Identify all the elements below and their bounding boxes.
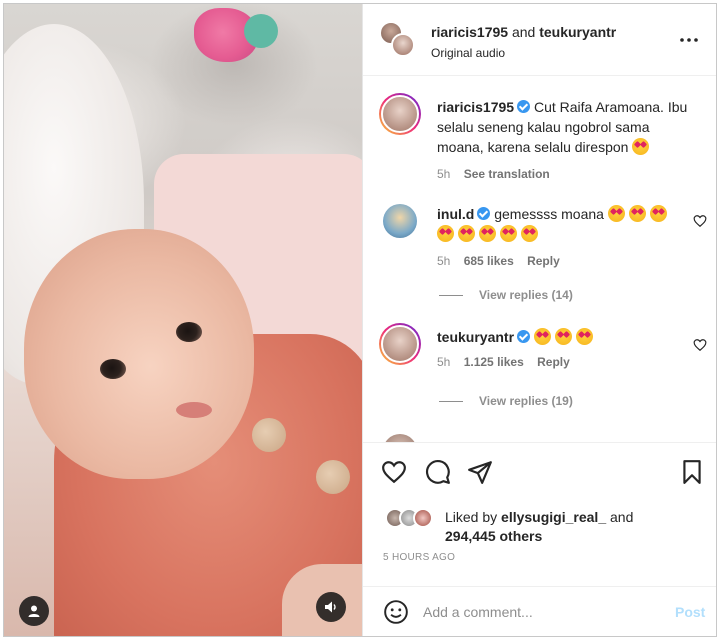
comment-likes[interactable]: 1.125 likes bbox=[464, 355, 524, 369]
author-username[interactable]: riaricis1795 bbox=[431, 24, 508, 40]
post-video[interactable] bbox=[4, 4, 362, 636]
sound-toggle-button[interactable] bbox=[316, 592, 346, 622]
comment-item: inul.d gemessss moana 5h 685 likes Reply bbox=[437, 204, 677, 268]
comments-list[interactable]: riaricis1795 Cut Raifa Aramoana. Ibu sel… bbox=[363, 77, 716, 442]
comment-text: gemessss moana bbox=[494, 206, 604, 222]
comment-item: teukuryantr 5h 1.125 likes Reply bbox=[437, 327, 677, 369]
avatar bbox=[413, 508, 433, 528]
verified-icon bbox=[477, 207, 491, 220]
star-eyes-emoji-icon bbox=[628, 205, 646, 222]
post-timestamp[interactable]: 5 HOURS AGO bbox=[383, 552, 455, 563]
post-sidebar: riaricis1795 and teukuryantr Original au… bbox=[362, 4, 716, 636]
emoji-group bbox=[533, 328, 597, 345]
user-tag-button[interactable] bbox=[19, 596, 49, 626]
view-replies-button[interactable]: View replies (14) bbox=[439, 288, 573, 302]
caption-time: 5h bbox=[437, 167, 451, 181]
emoji-icon[interactable] bbox=[383, 599, 409, 625]
comment-time: 5h bbox=[437, 355, 451, 369]
more-options-button[interactable] bbox=[677, 28, 701, 52]
view-replies-button[interactable]: View replies (19) bbox=[439, 394, 573, 408]
star-eyes-emoji-icon bbox=[500, 225, 517, 242]
caption-avatar[interactable] bbox=[379, 93, 421, 135]
laughing-emoji-icon bbox=[632, 138, 650, 155]
star-eyes-emoji-icon bbox=[554, 328, 572, 345]
star-eyes-emoji-icon bbox=[521, 225, 538, 242]
user-tag-icon bbox=[28, 605, 40, 617]
commenter-avatar[interactable] bbox=[379, 323, 421, 365]
caption: riaricis1795 Cut Raifa Aramoana. Ibu sel… bbox=[437, 97, 699, 181]
comment-heart-icon[interactable] bbox=[693, 338, 707, 352]
star-eyes-emoji-icon bbox=[458, 225, 475, 242]
star-eyes-emoji-icon bbox=[649, 205, 667, 222]
baby-face-image bbox=[24, 229, 254, 479]
star-eyes-emoji-icon bbox=[479, 225, 496, 242]
see-translation-button[interactable]: See translation bbox=[464, 167, 550, 181]
reply-button[interactable]: Reply bbox=[537, 355, 570, 369]
comment-heart-icon[interactable] bbox=[693, 214, 707, 228]
liker-avatars bbox=[385, 508, 441, 530]
share-icon[interactable] bbox=[467, 459, 493, 485]
verified-icon bbox=[517, 100, 531, 113]
comment-composer: Post bbox=[363, 586, 716, 636]
coauthor-username[interactable]: teukuryantr bbox=[539, 24, 616, 40]
star-eyes-emoji-icon bbox=[575, 328, 593, 345]
author-avatars[interactable] bbox=[379, 21, 415, 57]
likes-count[interactable]: 294,445 others bbox=[445, 528, 542, 544]
baby-eye-right bbox=[176, 322, 202, 342]
more-icon bbox=[680, 38, 698, 42]
comment-icon[interactable] bbox=[425, 459, 451, 485]
author-names: riaricis1795 and teukuryantr bbox=[431, 24, 617, 40]
avatar bbox=[391, 33, 415, 57]
comment-likes[interactable]: 685 likes bbox=[464, 254, 514, 268]
post-dialog: riaricis1795 and teukuryantr Original au… bbox=[3, 3, 717, 637]
commenter-avatar[interactable] bbox=[383, 434, 417, 442]
sound-icon bbox=[325, 601, 336, 613]
comment-username[interactable]: teukuryantr bbox=[437, 329, 514, 345]
likes-summary: Liked by ellysugigi_real_ and 294,445 ot… bbox=[383, 508, 634, 563]
star-eyes-emoji-icon bbox=[437, 225, 454, 242]
comment-input[interactable] bbox=[423, 599, 653, 625]
baby-eye-left bbox=[100, 359, 126, 379]
caption-username[interactable]: riaricis1795 bbox=[437, 99, 514, 115]
comment-username[interactable]: inul.d bbox=[437, 206, 474, 222]
action-bar bbox=[363, 442, 716, 502]
save-icon[interactable] bbox=[679, 459, 705, 485]
reply-button[interactable]: Reply bbox=[527, 254, 560, 268]
heart-icon[interactable] bbox=[381, 459, 407, 485]
verified-icon bbox=[517, 330, 531, 343]
post-header: riaricis1795 and teukuryantr Original au… bbox=[363, 4, 716, 76]
post-button[interactable]: Post bbox=[675, 604, 705, 620]
audio-link[interactable]: Original audio bbox=[431, 46, 505, 60]
commenter-avatar[interactable] bbox=[383, 204, 417, 238]
star-eyes-emoji-icon bbox=[533, 328, 551, 345]
comment-time: 5h bbox=[437, 254, 451, 268]
liker-username[interactable]: ellysugigi_real_ bbox=[501, 509, 606, 525]
star-eyes-emoji-icon bbox=[607, 205, 625, 222]
